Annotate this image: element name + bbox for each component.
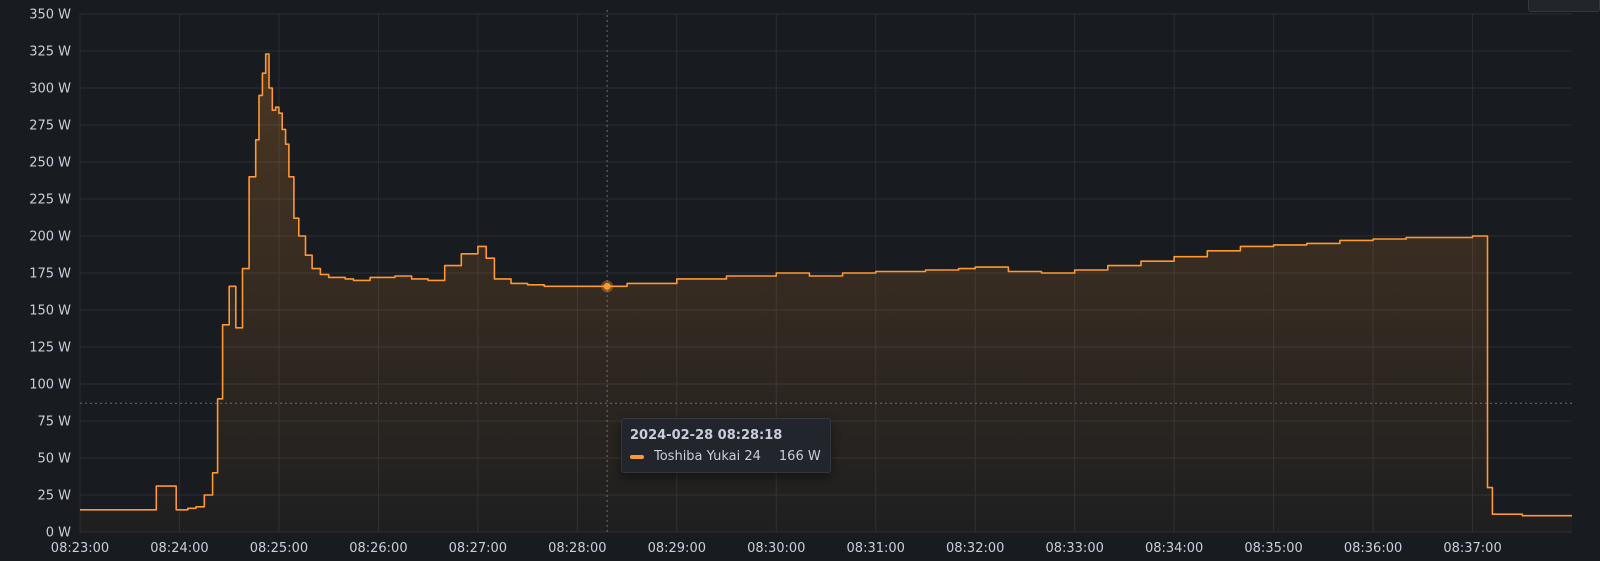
y-tick-label: 75 W bbox=[37, 415, 71, 430]
y-tick-label: 275 W bbox=[29, 119, 71, 134]
y-tick-label: 250 W bbox=[29, 156, 71, 171]
x-tick-label: 08:32:00 bbox=[946, 541, 1004, 556]
x-tick-label: 08:36:00 bbox=[1344, 541, 1402, 556]
x-tick-label: 08:30:00 bbox=[747, 541, 805, 556]
x-tick-label: 08:24:00 bbox=[150, 541, 208, 556]
y-tick-label: 100 W bbox=[29, 378, 71, 393]
panel-menu-button[interactable] bbox=[1528, 0, 1600, 12]
tooltip-time: 2024-02-28 08:28:18 bbox=[630, 428, 783, 443]
x-axis: 08:23:00 08:24:00 08:25:00 08:26:00 08:27:00… bbox=[51, 541, 1502, 556]
y-tick-label: 350 W bbox=[29, 8, 71, 23]
tooltip: 2024-02-28 08:28:18 Toshiba Yukai 24 166… bbox=[621, 418, 831, 473]
x-tick-label: 08:23:00 bbox=[51, 541, 109, 556]
tooltip-series-name: Toshiba Yukai 24 bbox=[654, 449, 761, 464]
y-tick-label: 125 W bbox=[29, 341, 71, 356]
x-tick-label: 08:35:00 bbox=[1244, 541, 1302, 556]
x-tick-label: 08:34:00 bbox=[1145, 541, 1203, 556]
tooltip-series-value: 166 W bbox=[778, 449, 821, 464]
hover-point bbox=[603, 282, 611, 290]
chart-svg[interactable]: 0 W 25 W 50 W 75 W 100 W 125 W 150 W 175 W 200 W… bbox=[0, 0, 1600, 561]
y-tick-label: 0 W bbox=[46, 526, 71, 541]
y-tick-label: 225 W bbox=[29, 193, 71, 208]
y-tick-label: 150 W bbox=[29, 304, 71, 319]
x-tick-label: 08:31:00 bbox=[847, 541, 905, 556]
tooltip-series-row: Toshiba Yukai 24 166 W bbox=[630, 449, 821, 464]
x-tick-label: 08:33:00 bbox=[1045, 541, 1103, 556]
x-tick-label: 08:28:00 bbox=[548, 541, 606, 556]
y-axis: 0 W 25 W 50 W 75 W 100 W 125 W 150 W 175 W 200 W… bbox=[29, 8, 71, 541]
chart-panel: 0 W 25 W 50 W 75 W 100 W 125 W 150 W 175 W 200 W… bbox=[0, 0, 1600, 561]
y-tick-label: 200 W bbox=[29, 230, 71, 245]
y-tick-label: 175 W bbox=[29, 267, 71, 282]
x-tick-label: 08:25:00 bbox=[250, 541, 308, 556]
tooltip-series-swatch bbox=[630, 454, 644, 459]
y-tick-label: 300 W bbox=[29, 82, 71, 97]
x-tick-label: 08:29:00 bbox=[648, 541, 706, 556]
x-tick-label: 08:26:00 bbox=[349, 541, 407, 556]
y-tick-label: 50 W bbox=[37, 452, 71, 467]
x-tick-label: 08:27:00 bbox=[449, 541, 507, 556]
y-tick-label: 25 W bbox=[37, 489, 71, 504]
x-tick-label: 08:37:00 bbox=[1443, 541, 1501, 556]
y-tick-label: 325 W bbox=[29, 45, 71, 60]
